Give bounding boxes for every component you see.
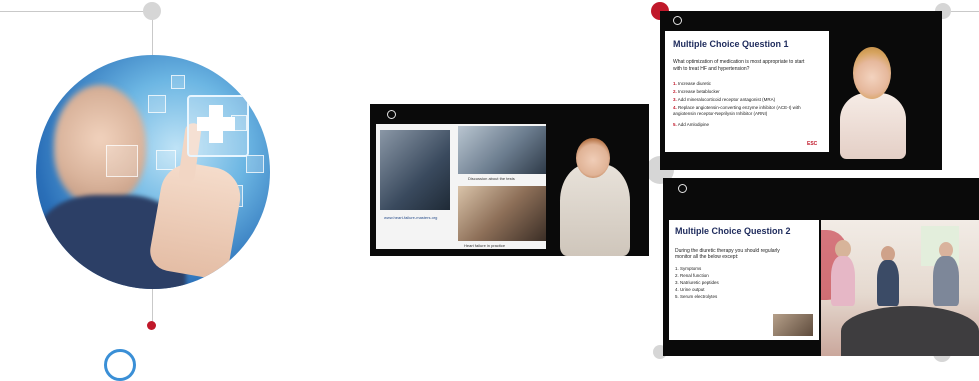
caption-link[interactable]: www.heart-failure-masters.org: [384, 215, 437, 220]
panelist-3-body: [933, 256, 959, 306]
option-1: 1. Increase diuretic: [673, 81, 712, 86]
esc-logo-icon: [673, 16, 682, 25]
panelist-1-body: [831, 256, 855, 306]
option-1: 1. Symptoms: [675, 266, 702, 271]
hologram-square: [148, 95, 166, 113]
option-4: 4. Replace angiotensin-converting enzyme…: [673, 105, 801, 116]
connector-line-top-left: [0, 11, 152, 12]
studio-panel-discussion: [821, 220, 979, 356]
caption-top: Discussion about the tests: [468, 176, 515, 181]
doctor-hologram-image: [36, 55, 270, 289]
timeline-node-grey: [143, 2, 161, 20]
esc-logo-icon: [387, 110, 396, 119]
hologram-square: [106, 145, 138, 177]
hologram-square: [156, 150, 176, 170]
slide-question-1: Multiple Choice Question 1 What optimiza…: [665, 31, 829, 152]
timeline-node-blue-partial: [104, 349, 136, 381]
video-panel-top-right[interactable]: Multiple Choice Question 1 What optimiza…: [660, 11, 942, 170]
slide-photo-collage: Discussion about the tests www.heart-fai…: [376, 124, 546, 249]
hologram-square: [171, 75, 185, 89]
option-4: 4. Urine output: [675, 287, 705, 292]
video-panel-center[interactable]: Discussion about the tests www.heart-fai…: [370, 104, 649, 256]
slide-title: Multiple Choice Question 2: [675, 226, 791, 236]
esc-logo-icon: [678, 184, 687, 193]
slide-title: Multiple Choice Question 1: [673, 39, 789, 49]
option-3: 3. Natriuretic peptides: [675, 280, 719, 285]
photo-doctor-desk: [458, 126, 546, 174]
slide-question: During the diuretic therapy you should r…: [675, 248, 780, 260]
option-2: 2. Renal function: [675, 273, 709, 278]
slide-question: What optimization of medication is most …: [673, 59, 805, 72]
hologram-square: [246, 155, 264, 173]
slide-question-2: Multiple Choice Question 2 During the di…: [669, 220, 819, 340]
presenter-head: [853, 47, 891, 99]
brand-label: ESC: [807, 141, 818, 147]
presenter-woman-blonde: [840, 93, 906, 159]
option-2: 2. Increase betablocker: [673, 89, 720, 94]
presenter-head: [576, 138, 610, 178]
photo-doctor-computer: [380, 130, 450, 210]
slide-thumbnail: [773, 314, 813, 336]
option-5: 5. Serum electrolytes: [675, 294, 718, 299]
option-5: 5. Add Amlodipine: [673, 122, 710, 127]
photo-meeting: [458, 186, 546, 241]
panelist-2-body: [877, 260, 899, 306]
option-3: 3. Add mineralocorticoid receptor antago…: [673, 97, 776, 102]
video-panel-bottom-right[interactable]: Multiple Choice Question 2 During the di…: [663, 178, 979, 356]
caption-bottom: Heart failure in practice: [464, 243, 506, 248]
hand: [147, 158, 245, 282]
studio-table: [841, 306, 979, 356]
timeline-node-red-small: [147, 321, 156, 330]
